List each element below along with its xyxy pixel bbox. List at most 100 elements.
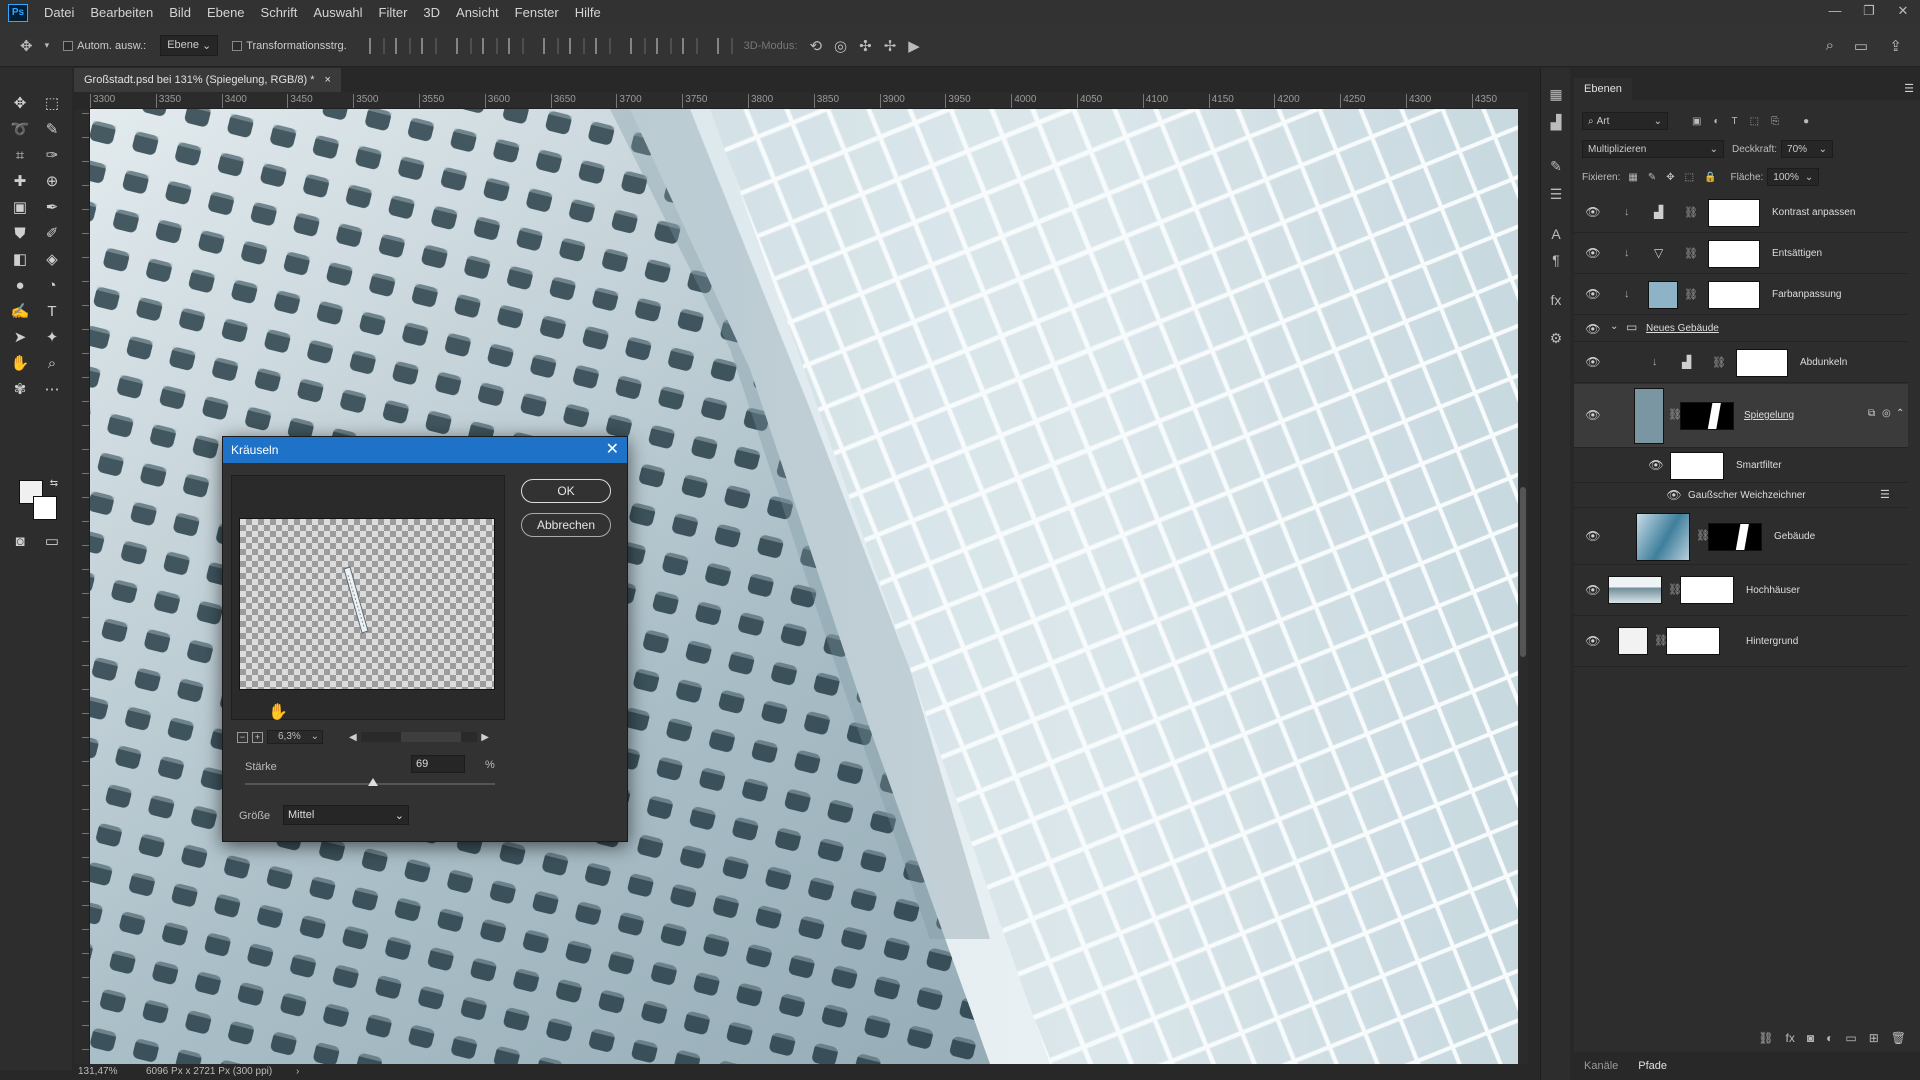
lock-artboard-icon[interactable]: ⬚ (1685, 172, 1694, 183)
menu-auswahl[interactable]: Auswahl (305, 0, 370, 25)
filter-toggle-icon[interactable]: ● (1803, 116, 1809, 127)
menu-fenster[interactable]: Fenster (507, 0, 567, 25)
chain-link-icon[interactable]: ⛓ (1684, 206, 1698, 219)
layer-mask-thumbnail[interactable] (1680, 576, 1734, 604)
zoom-in-button[interactable]: + (252, 731, 263, 743)
distribute-right-icon[interactable] (681, 37, 698, 54)
vertical-scrollbar[interactable] (1518, 92, 1528, 1064)
strength-input[interactable]: 69 (411, 755, 465, 773)
history-brush-tool-icon[interactable]: ✐ (40, 222, 64, 246)
new-adjustment-icon[interactable]: ◐ (1826, 1031, 1833, 1045)
preview-zoom-dropdown[interactable]: 6,3% ⌄ (267, 730, 323, 744)
eye-icon[interactable]: 👁 (1648, 458, 1664, 472)
preview-scroll-thumb[interactable] (400, 732, 461, 742)
size-dropdown[interactable]: Mittel ⌄ (283, 805, 409, 825)
layer-row[interactable]: 👁 ⛓ Hochhäuser (1574, 566, 1908, 616)
restore-icon[interactable]: ❐ (1852, 0, 1886, 22)
clone-stamp-tool-icon[interactable]: ⛊ (8, 222, 32, 246)
chevron-right-icon[interactable]: › (296, 1066, 299, 1077)
paint-bucket-tool-icon[interactable]: ◈ (40, 248, 64, 272)
new-layer-icon[interactable]: ⊞ (1869, 1031, 1879, 1045)
tab-layers[interactable]: Ebenen (1574, 78, 1632, 100)
lock-transparent-icon[interactable]: ▦ (1628, 172, 1637, 183)
filter-smartobject-icon[interactable]: ⎘ (1771, 116, 1779, 127)
layer-row-selected[interactable]: 👁 ⛓ Spiegelung ⧉ ◎ ⌃ (1574, 384, 1908, 448)
layer-thumbnail[interactable] (1608, 576, 1662, 604)
scrollbar-thumb[interactable] (1520, 487, 1526, 657)
layer-name[interactable]: Gebäude (1774, 531, 1815, 542)
layer-mask-thumbnail[interactable] (1680, 402, 1734, 430)
smart-filter-row[interactable]: 👁 Smartfilter (1574, 449, 1908, 483)
move-tool-icon[interactable]: ✥ (8, 92, 32, 116)
layer-thumbnail[interactable] (1618, 627, 1648, 655)
marquee-tool-icon[interactable]: ⬚ (40, 92, 64, 116)
eye-icon[interactable]: 👁 (1585, 322, 1601, 336)
layer-row[interactable]: 👁 ⛓ Hintergrund (1574, 617, 1908, 667)
share-icon[interactable]: ⇪ (1889, 37, 1902, 55)
eye-icon[interactable]: 👁 (1585, 583, 1601, 597)
dialog-titlebar[interactable]: Kräuseln ✕ (223, 437, 627, 463)
fill-input[interactable]: 100% ⌄ (1767, 168, 1820, 186)
filter-type-icon[interactable]: T (1732, 116, 1738, 127)
filter-adjustment-icon[interactable]: ◐ (1713, 116, 1719, 127)
blur-tool-icon[interactable]: ● (8, 274, 32, 298)
menu-bild[interactable]: Bild (161, 0, 199, 25)
edit-toolbar-icon[interactable]: ✾ (8, 378, 32, 402)
menu-hilfe[interactable]: Hilfe (567, 0, 609, 25)
lock-all-icon[interactable]: 🔒 (1704, 172, 1716, 183)
new-group-icon[interactable]: ▭ (1845, 1031, 1856, 1045)
tab-channels[interactable]: Kanäle (1574, 1060, 1628, 1072)
layer-mask-thumbnail[interactable] (1708, 523, 1762, 551)
styles-icon[interactable]: fx (1547, 292, 1565, 310)
align-left-icon[interactable] (455, 37, 472, 54)
type-tool-icon[interactable]: T (40, 300, 64, 324)
layer-filter-dropdown[interactable]: ⌕ Art ⌄ (1582, 112, 1668, 130)
layer-name[interactable]: Hintergrund (1746, 636, 1798, 647)
layer-group-row[interactable]: 👁 ⌄ ▭ Neues Gebäude (1574, 316, 1908, 342)
eye-icon[interactable]: 👁 (1585, 634, 1601, 648)
path-select-tool-icon[interactable]: ➤ (8, 326, 32, 350)
character-icon[interactable]: A (1547, 226, 1565, 244)
filter-name[interactable]: Gaußscher Weichzeichner (1688, 490, 1806, 501)
eye-icon[interactable]: 👁 (1585, 205, 1601, 219)
layer-row[interactable]: 👁 ↓ ⛓ Farbanpassung (1574, 275, 1908, 315)
arrow-left-icon[interactable]: ◀ (349, 732, 357, 743)
shape-tool-icon[interactable]: ✦ (40, 326, 64, 350)
3d-slide-icon[interactable]: ✢ (884, 37, 897, 55)
layer-mask-thumbnail[interactable] (1708, 240, 1760, 268)
checkbox-box[interactable] (232, 40, 243, 51)
menu-ansicht[interactable]: Ansicht (448, 0, 507, 25)
cancel-button[interactable]: Abbrechen (521, 513, 611, 537)
auto-select-target-dropdown[interactable]: Ebene ⌄ (160, 35, 219, 56)
distribute-left-icon[interactable] (629, 37, 646, 54)
paragraph-icon[interactable]: ¶ (1547, 252, 1565, 270)
layer-thumbnail[interactable] (1636, 513, 1690, 561)
minimize-icon[interactable]: — (1818, 0, 1852, 22)
dodge-tool-icon[interactable]: ◔ (40, 274, 64, 298)
3d-camera-icon[interactable]: ▶ (908, 37, 920, 55)
eye-icon[interactable]: 👁 (1585, 529, 1601, 543)
document-tab[interactable]: Großstadt.psd bei 131% (Spiegelung, RGB/… (74, 68, 341, 92)
menu-datei[interactable]: Datei (36, 0, 82, 25)
eye-icon[interactable]: 👁 (1585, 355, 1601, 369)
layer-row[interactable]: 👁 ↓ ▟ ⛓ Kontrast anpassen (1574, 193, 1908, 233)
brush-settings-icon[interactable]: ✎ (1547, 158, 1565, 176)
transform-controls-checkbox[interactable]: Transformationsstrg. (232, 40, 347, 52)
smart-filter-label[interactable]: Smartfilter (1736, 460, 1782, 471)
history-icon[interactable]: ▦ (1547, 86, 1565, 104)
fx-icon[interactable]: fx (1786, 1031, 1795, 1045)
screen-mode-icon[interactable]: ▭ (40, 530, 64, 554)
smart-filter-mask-thumbnail[interactable] (1670, 452, 1724, 480)
filter-effect-row[interactable]: 👁 Gaußscher Weichzeichner ☰ (1574, 484, 1908, 508)
eyedropper-tool-icon[interactable]: ✑ (40, 144, 64, 168)
layer-name[interactable]: Farbanpassung (1772, 289, 1842, 300)
filter-shape-icon[interactable]: ⬚ (1750, 116, 1759, 127)
menu-ebene[interactable]: Ebene (199, 0, 253, 25)
arrow-right-icon[interactable]: ▶ (481, 732, 489, 743)
checkbox-box[interactable] (63, 40, 74, 51)
distribute-vcenter-icon[interactable] (568, 37, 585, 54)
ruler-vertical[interactable] (74, 109, 90, 1064)
crop-tool-icon[interactable]: ⌗ (8, 144, 32, 168)
adjustments-icon[interactable]: ☰ (1547, 186, 1565, 204)
quick-select-tool-icon[interactable]: ✎ (40, 118, 64, 142)
